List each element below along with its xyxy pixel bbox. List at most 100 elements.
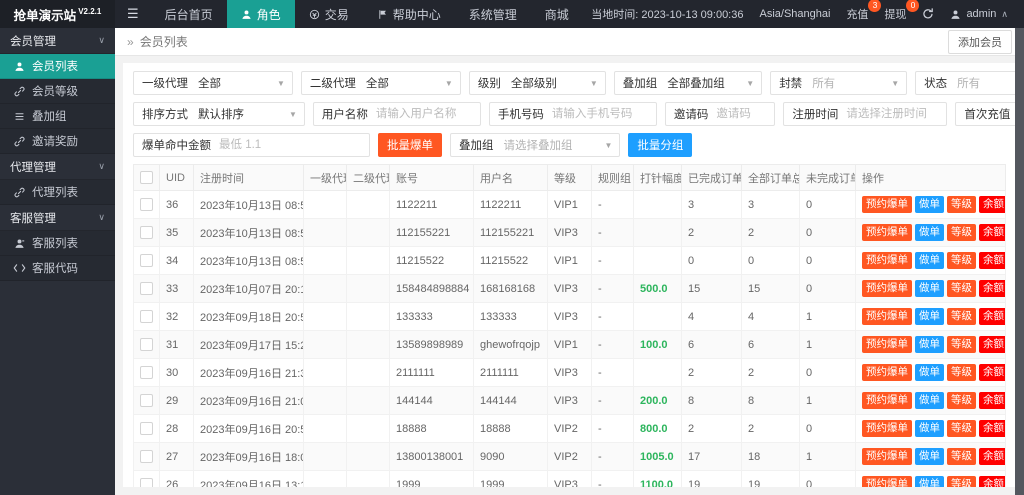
filter-input[interactable] [846, 104, 947, 124]
action-button-等级[interactable]: 等级 [947, 196, 976, 213]
top-menu-item-6[interactable]: 商城 [531, 0, 583, 28]
sidebar-item-会员列表[interactable]: 会员列表 [0, 54, 115, 79]
sidebar-item-会员等级[interactable]: 会员等级 [0, 79, 115, 104]
row-checkbox[interactable] [140, 310, 153, 323]
action-button-等级[interactable]: 等级 [947, 448, 976, 465]
action-button-余额[interactable]: 余额 [979, 224, 1005, 241]
action-button-余额[interactable]: 余额 [979, 392, 1005, 409]
action-button-等级[interactable]: 等级 [947, 336, 976, 353]
action-button-余额[interactable]: 余额 [979, 196, 1005, 213]
filter-一级代理[interactable]: 一级代理 全部 ▼ [133, 71, 293, 95]
batch-burst-button[interactable]: 批量爆单 [378, 133, 442, 157]
filter-用户名称[interactable]: 用户名称 [312, 102, 481, 126]
action-button-余额[interactable]: 余额 [979, 476, 1005, 487]
action-button-做单[interactable]: 做单 [915, 392, 944, 409]
burst-amount-input[interactable] [219, 135, 369, 155]
action-button-等级[interactable]: 等级 [947, 476, 976, 487]
add-member-button[interactable]: 添加会员 [948, 29, 1012, 54]
sidebar-item-邀请奖励[interactable]: 邀请奖励 [0, 129, 115, 154]
row-checkbox[interactable] [140, 394, 153, 407]
action-button-做单[interactable]: 做单 [915, 420, 944, 437]
action-button-等级[interactable]: 等级 [947, 364, 976, 381]
stack-group-filter[interactable]: 叠加组 请选择叠加组 ▼ [450, 133, 621, 157]
action-button-做单[interactable]: 做单 [915, 476, 944, 487]
filter-二级代理[interactable]: 二级代理 全部 ▼ [300, 71, 461, 95]
action-button-余额[interactable]: 余额 [979, 336, 1005, 353]
filter-邀请码[interactable]: 邀请码 [664, 102, 776, 126]
filter-叠加组[interactable]: 叠加组 全部叠加组 ▼ [613, 71, 763, 95]
row-checkbox[interactable] [140, 366, 153, 379]
sidebar-item-客服列表[interactable]: 客服列表 [0, 231, 115, 256]
top-menu-item-4[interactable]: 帮助中心 [363, 0, 455, 28]
select-all-checkbox[interactable] [140, 171, 153, 184]
action-button-做单[interactable]: 做单 [915, 448, 944, 465]
row-checkbox[interactable] [140, 422, 153, 435]
action-button-预约爆单[interactable]: 预约爆单 [862, 420, 912, 437]
row-checkbox[interactable] [140, 198, 153, 211]
action-button-预约爆单[interactable]: 预约爆单 [862, 252, 912, 269]
top-menu-item-3[interactable]: 交易 [295, 0, 363, 28]
action-button-余额[interactable]: 余额 [979, 252, 1005, 269]
action-button-等级[interactable]: 等级 [947, 420, 976, 437]
withdraw-link[interactable]: 提现 0 [884, 0, 920, 22]
action-button-预约爆单[interactable]: 预约爆单 [862, 308, 912, 325]
row-checkbox[interactable] [140, 338, 153, 351]
action-button-预约爆单[interactable]: 预约爆单 [862, 448, 912, 465]
filter-注册时间[interactable]: 注册时间 [783, 102, 948, 126]
action-button-余额[interactable]: 余额 [979, 448, 1005, 465]
action-button-等级[interactable]: 等级 [947, 392, 976, 409]
action-button-余额[interactable]: 余额 [979, 420, 1005, 437]
action-button-预约爆单[interactable]: 预约爆单 [862, 224, 912, 241]
action-button-做单[interactable]: 做单 [915, 224, 944, 241]
filter-input[interactable] [375, 104, 480, 124]
row-checkbox[interactable] [140, 450, 153, 463]
action-button-余额[interactable]: 余额 [979, 280, 1005, 297]
filter-input[interactable] [716, 104, 775, 124]
action-button-做单[interactable]: 做单 [915, 196, 944, 213]
sidebar-group-1[interactable]: 会员管理 ∨ [0, 28, 115, 54]
action-button-预约爆单[interactable]: 预约爆单 [862, 392, 912, 409]
action-button-预约爆单[interactable]: 预约爆单 [862, 196, 912, 213]
action-button-做单[interactable]: 做单 [915, 280, 944, 297]
action-button-预约爆单[interactable]: 预约爆单 [862, 336, 912, 353]
action-button-等级[interactable]: 等级 [947, 252, 976, 269]
row-checkbox[interactable] [140, 254, 153, 267]
action-button-预约爆单[interactable]: 预约爆单 [862, 364, 912, 381]
top-menu-item-5[interactable]: 系统管理 [455, 0, 531, 28]
filter-排序方式[interactable]: 排序方式 默认排序 ▼ [133, 102, 305, 126]
action-button-做单[interactable]: 做单 [915, 252, 944, 269]
top-menu-item-2[interactable]: 角色 [226, 0, 295, 28]
action-button-预约爆单[interactable]: 预约爆单 [862, 476, 912, 487]
row-checkbox[interactable] [140, 282, 153, 295]
row-checkbox[interactable] [140, 478, 153, 487]
action-button-等级[interactable]: 等级 [947, 308, 976, 325]
action-button-余额[interactable]: 余额 [979, 364, 1005, 381]
action-button-余额[interactable]: 余额 [979, 308, 1005, 325]
action-button-等级[interactable]: 等级 [947, 280, 976, 297]
filter-状态[interactable]: 状态所有▼ [915, 71, 1016, 95]
action-button-做单[interactable]: 做单 [915, 364, 944, 381]
sidebar-item-客服代码[interactable]: 客服代码 [0, 256, 115, 281]
sidebar-item-叠加组[interactable]: 叠加组 [0, 104, 115, 129]
recharge-link[interactable]: 充值 3 [846, 0, 882, 22]
user-menu[interactable]: admin ∧ [950, 8, 1008, 20]
cell-checkbox [133, 330, 160, 359]
batch-group-button[interactable]: 批量分组 [628, 133, 693, 157]
filter-手机号码[interactable]: 手机号码 [488, 102, 657, 126]
row-checkbox[interactable] [140, 226, 153, 239]
refresh-icon[interactable] [922, 8, 934, 20]
sidebar-group-3[interactable]: 客服管理 ∨ [0, 205, 115, 231]
action-button-等级[interactable]: 等级 [947, 224, 976, 241]
top-menu-item-1[interactable]: 后台首页 [151, 0, 227, 28]
menu-toggle-icon[interactable]: ☰ [115, 0, 151, 28]
sidebar-item-代理列表[interactable]: 代理列表 [0, 180, 115, 205]
sidebar-group-2[interactable]: 代理管理 ∨ [0, 154, 115, 180]
filter-级别[interactable]: 级别 全部级别 ▼ [468, 71, 606, 95]
action-button-做单[interactable]: 做单 [915, 336, 944, 353]
filter-首次充值[interactable]: 首次充值所有▼ [955, 102, 1016, 126]
vertical-scrollbar[interactable] [1015, 28, 1024, 495]
filter-封禁[interactable]: 封禁 所有 ▼ [770, 71, 908, 95]
filter-input[interactable] [551, 104, 656, 124]
action-button-做单[interactable]: 做单 [915, 308, 944, 325]
action-button-预约爆单[interactable]: 预约爆单 [862, 280, 912, 297]
